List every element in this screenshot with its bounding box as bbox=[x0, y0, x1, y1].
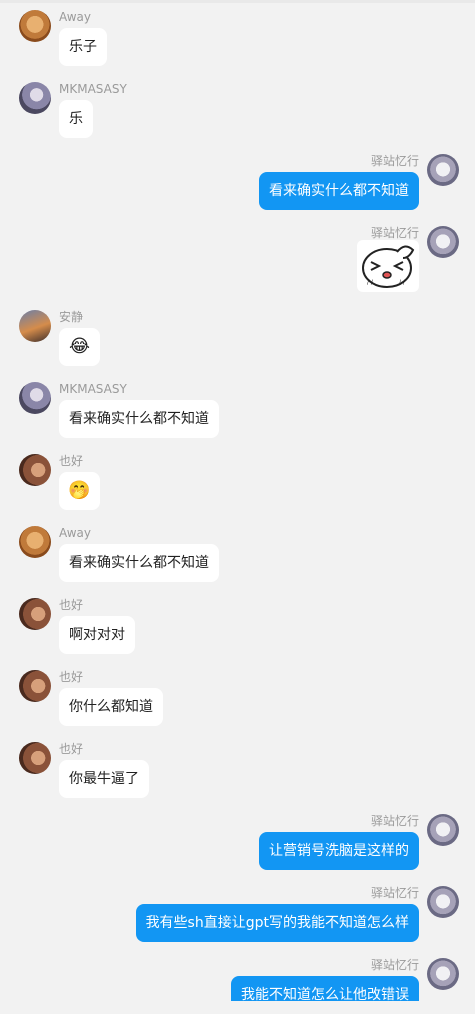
sender-name: 也好 bbox=[59, 598, 84, 612]
message-item: MKMASASY 看来确实什么都不知道 bbox=[0, 382, 475, 442]
hair-avatar[interactable] bbox=[19, 742, 51, 774]
message-bubble[interactable]: 乐 bbox=[59, 100, 93, 138]
hair-avatar[interactable] bbox=[19, 454, 51, 486]
message-bubble[interactable]: 乐子 bbox=[59, 28, 107, 66]
emoji-bubble[interactable]: 😂 bbox=[59, 328, 100, 366]
sunset-avatar[interactable] bbox=[19, 310, 51, 342]
message-bubble[interactable]: 让营销号洗脑是这样的 bbox=[259, 832, 419, 870]
message-bubble[interactable]: 我有些sh直接让gpt写的我能不知道怎么样 bbox=[135, 904, 419, 942]
message-bubble[interactable]: 我能不知道怎么让他改错误 bbox=[231, 976, 419, 1003]
message-item: 驿站忆行 看来确实什么都不知道 bbox=[0, 154, 475, 214]
hair-avatar[interactable] bbox=[19, 598, 51, 630]
cat-avatar[interactable] bbox=[427, 814, 459, 846]
message-item: 也好 你什么都知道 bbox=[0, 670, 475, 730]
cat-avatar[interactable] bbox=[427, 886, 459, 918]
anime-avatar[interactable] bbox=[19, 382, 51, 414]
sender-name: 也好 bbox=[59, 670, 84, 684]
message-item: Away 乐子 bbox=[0, 10, 475, 70]
message-item: 驿站忆行 让营销号洗脑是这样的 bbox=[0, 814, 475, 874]
sender-name: MKMASASY bbox=[59, 382, 127, 396]
laughing-bunny-sticker[interactable]: / / / / bbox=[357, 240, 419, 292]
sender-name: 也好 bbox=[59, 454, 84, 468]
cat-avatar[interactable] bbox=[427, 958, 459, 990]
message-bubble[interactable]: 你最牛逼了 bbox=[59, 760, 149, 798]
emoji-bubble[interactable]: 🤭 bbox=[59, 472, 100, 510]
message-item: 安静 😂 bbox=[0, 310, 475, 370]
sender-name: 驿站忆行 bbox=[370, 886, 419, 900]
message-bubble[interactable]: 你什么都知道 bbox=[59, 688, 163, 726]
bunny-face-icon: / / / / bbox=[362, 245, 415, 288]
sender-name: 驿站忆行 bbox=[370, 814, 419, 828]
hair-avatar[interactable] bbox=[19, 670, 51, 702]
message-item: 也好 啊对对对 bbox=[0, 598, 475, 658]
sender-name: Away bbox=[59, 526, 91, 540]
sender-name: Away bbox=[59, 10, 91, 24]
svg-text:/ /: / / bbox=[399, 279, 406, 286]
sender-name: 也好 bbox=[59, 742, 84, 756]
message-item: 也好 你最牛逼了 bbox=[0, 742, 475, 802]
message-item: 驿站忆行 / / / / bbox=[0, 226, 475, 298]
cat-avatar[interactable] bbox=[427, 154, 459, 186]
dog-avatar[interactable] bbox=[19, 10, 51, 42]
dog-avatar[interactable] bbox=[19, 526, 51, 558]
message-item: 驿站忆行 我有些sh直接让gpt写的我能不知道怎么样 bbox=[0, 886, 475, 946]
message-item: 驿站忆行 我能不知道怎么让他改错误 bbox=[0, 958, 475, 1003]
anime-avatar[interactable] bbox=[19, 82, 51, 114]
message-item: MKMASASY 乐 bbox=[0, 82, 475, 142]
cat-avatar[interactable] bbox=[427, 226, 459, 258]
sender-name: 安静 bbox=[59, 310, 84, 324]
message-item: Away 看来确实什么都不知道 bbox=[0, 526, 475, 586]
sender-name: 驿站忆行 bbox=[370, 226, 419, 240]
message-bubble[interactable]: 看来确实什么都不知道 bbox=[259, 172, 419, 210]
message-bubble[interactable]: 看来确实什么都不知道 bbox=[59, 544, 219, 582]
message-item: 也好 🤭 bbox=[0, 454, 475, 514]
sender-name: MKMASASY bbox=[59, 82, 127, 96]
sender-name: 驿站忆行 bbox=[370, 958, 419, 972]
top-divider bbox=[0, 0, 475, 3]
svg-text:/ /: / / bbox=[367, 279, 374, 286]
message-bubble[interactable]: 看来确实什么都不知道 bbox=[59, 400, 219, 438]
message-bubble[interactable]: 啊对对对 bbox=[59, 616, 135, 654]
sender-name: 驿站忆行 bbox=[370, 154, 419, 168]
